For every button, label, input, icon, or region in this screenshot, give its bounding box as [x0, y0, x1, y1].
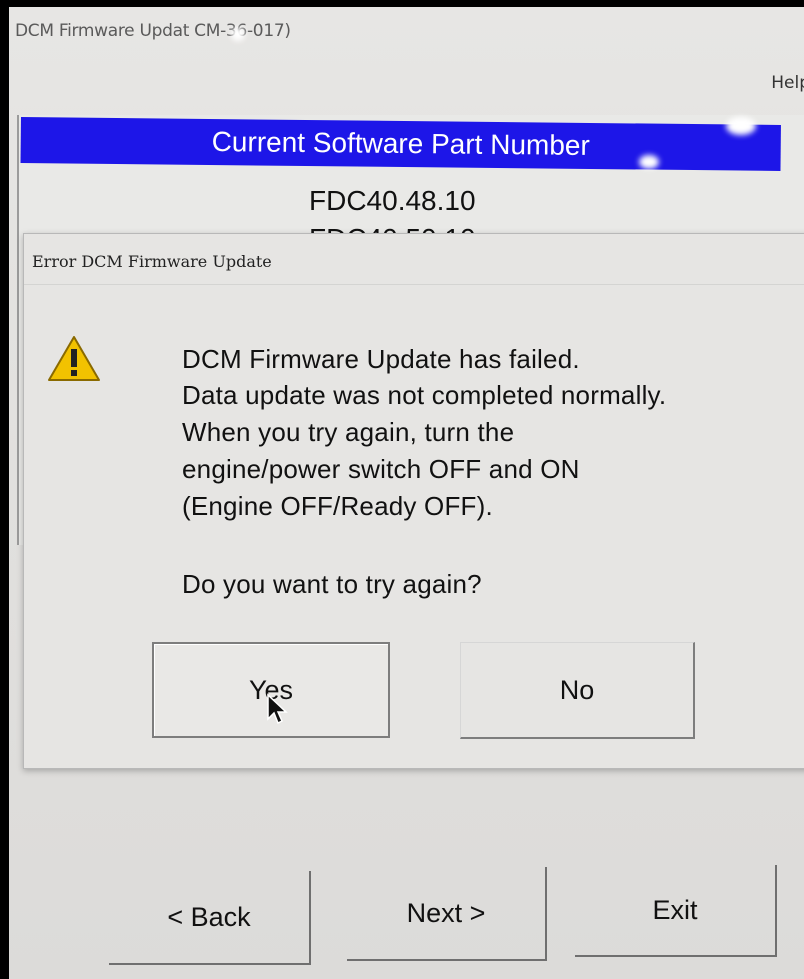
screen-glare [231, 27, 245, 41]
error-message-line: engine/power switch OFF and ON [182, 454, 580, 484]
mouse-cursor-icon [267, 693, 288, 725]
error-message-line: DCM Firmware Update has failed. [182, 344, 580, 374]
divider [24, 284, 804, 285]
retry-question: Do you want to try again? [182, 569, 482, 599]
error-dialog: Error DCM Firmware Update DCM Firmware U… [23, 233, 804, 769]
window-title: DCM Firmware Updat CM-36-017) [15, 21, 291, 41]
screen-glare [726, 117, 756, 135]
error-message-line: Data update was not completed normally. [182, 380, 667, 410]
error-message-line: When you try again, turn the [182, 417, 515, 447]
exit-button[interactable]: Exit [575, 865, 777, 957]
dialog-title: Error DCM Firmware Update [32, 252, 272, 271]
warning-icon [48, 336, 100, 381]
back-button[interactable]: < Back [109, 871, 311, 965]
screen-glare [639, 155, 659, 169]
no-button[interactable]: No [460, 642, 695, 739]
next-button[interactable]: Next > [347, 867, 547, 961]
list-header: Current Software Part Number [20, 117, 781, 171]
error-message-line: (Engine OFF/Ready OFF). [182, 491, 493, 521]
menu-help[interactable]: Help [771, 73, 804, 93]
app-window: DCM Firmware Updat CM-36-017) Help Curre… [9, 7, 804, 979]
list-item[interactable]: FDC40.48.10 [309, 185, 609, 217]
